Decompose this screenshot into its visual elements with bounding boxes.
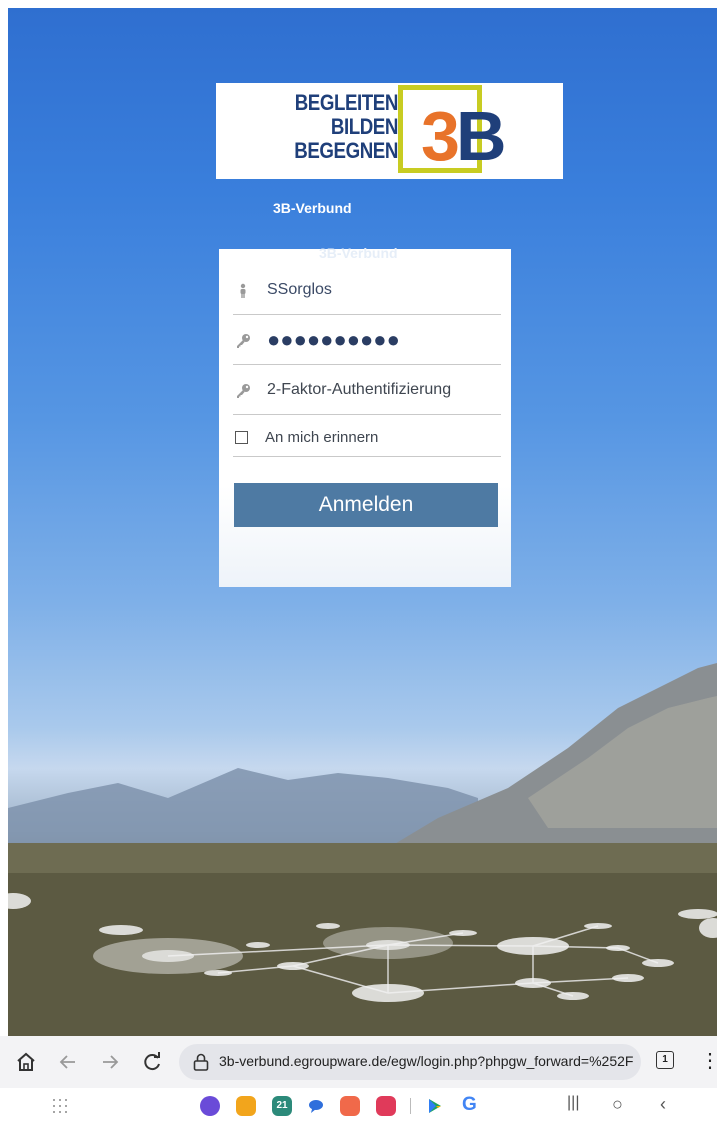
username-field[interactable]: SSorglos <box>233 267 501 315</box>
google-app-icon[interactable]: G <box>462 1094 477 1116</box>
dock-divider <box>410 1098 411 1114</box>
address-bar[interactable]: 3b-verbund.egroupware.de/egw/login.php?p… <box>179 1044 641 1080</box>
calendar-app-icon[interactable]: 21 <box>272 1096 292 1116</box>
login-screen: BEGLEITEN BILDEN BEGEGNEN 3B 3B-Verbund … <box>8 8 717 1036</box>
forward-icon[interactable] <box>98 1050 122 1074</box>
password-value: ●●●●●●●●●● <box>267 327 400 352</box>
login-form-title: 3B-Verbund <box>319 245 398 261</box>
remember-label: An mich erinnern <box>265 429 379 446</box>
app-drawer-icon[interactable] <box>52 1098 68 1114</box>
back-nav-icon[interactable]: ‹ <box>660 1094 666 1115</box>
brand-logo: BEGLEITEN BILDEN BEGEGNEN 3B <box>216 83 563 179</box>
contacts-app-icon[interactable] <box>340 1096 360 1116</box>
more-menu-icon[interactable]: ⋮ <box>700 1048 717 1073</box>
recents-icon[interactable]: ||| <box>567 1094 579 1112</box>
remember-checkbox[interactable] <box>235 431 248 444</box>
twofactor-field[interactable]: 2-Faktor-Authentifizierung <box>233 367 501 415</box>
camera-app-icon[interactable] <box>376 1096 396 1116</box>
logo-slogan: BEGLEITEN BILDEN BEGEGNEN <box>294 91 398 163</box>
lock-icon <box>193 1053 209 1071</box>
back-icon[interactable] <box>56 1050 80 1074</box>
chat-bubble-icon <box>309 1100 323 1113</box>
login-form: 3B-Verbund SSorglos ●●●●●●●●●● 2-Faktor-… <box>219 245 511 587</box>
browser-app-icon[interactable] <box>200 1096 220 1116</box>
remember-me[interactable]: An mich erinnern <box>233 421 501 457</box>
logo-mark: 3B <box>421 97 506 175</box>
home-nav-icon[interactable]: ○ <box>612 1094 623 1115</box>
username-value: SSorglos <box>267 281 332 298</box>
user-icon <box>240 283 246 298</box>
tab-count-button[interactable]: 1 <box>656 1051 674 1069</box>
login-button[interactable]: Anmelden <box>234 483 498 527</box>
play-store-icon[interactable] <box>426 1097 444 1115</box>
android-navbar: 21 G ||| ○ ‹ <box>0 1088 717 1124</box>
password-field[interactable]: ●●●●●●●●●● <box>233 317 501 365</box>
twofactor-placeholder: 2-Faktor-Authentifizierung <box>267 381 452 398</box>
home-icon[interactable] <box>14 1050 38 1074</box>
reload-icon[interactable] <box>140 1050 164 1074</box>
key-icon <box>237 334 250 348</box>
url-text: 3b-verbund.egroupware.de/egw/login.php?p… <box>219 1053 634 1069</box>
messages-app-icon[interactable] <box>306 1096 326 1116</box>
site-name: 3B-Verbund <box>273 200 352 216</box>
logo-line-3: BEGEGNEN <box>294 138 398 163</box>
logo-line-1: BEGLEITEN <box>294 90 399 115</box>
logo-line-2: BILDEN <box>330 114 398 139</box>
files-app-icon[interactable] <box>236 1096 256 1116</box>
key-icon <box>237 384 250 398</box>
browser-toolbar: 3b-verbund.egroupware.de/egw/login.php?p… <box>0 1036 717 1088</box>
